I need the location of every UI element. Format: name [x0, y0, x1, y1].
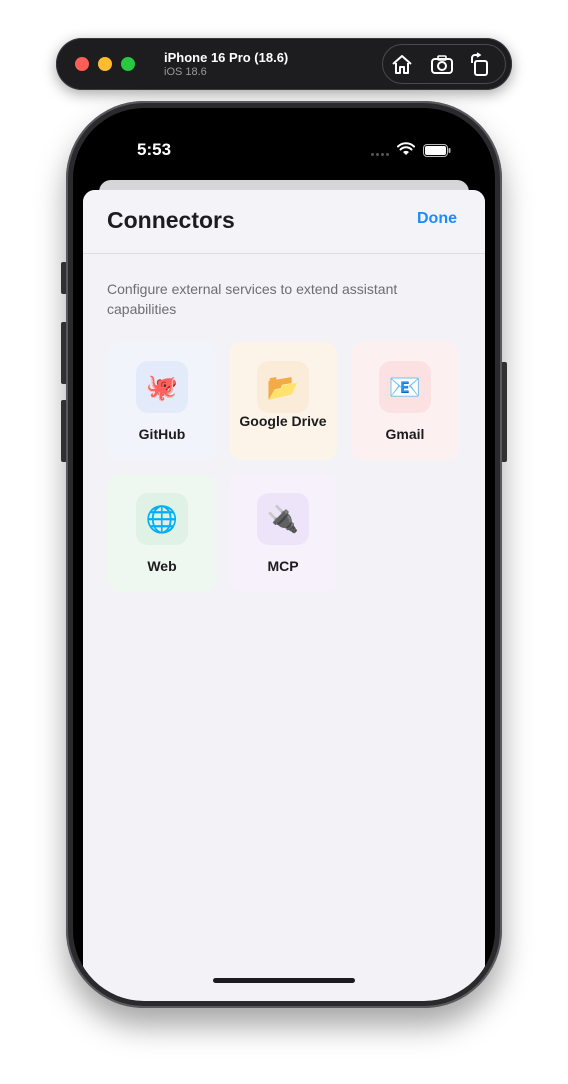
connector-google-drive[interactable]: 📂 Google Drive [229, 342, 337, 460]
connector-web[interactable]: 🌐 Web [108, 474, 216, 592]
connector-gmail[interactable]: 📧 Gmail [351, 342, 459, 460]
octopus-icon: 🐙 [136, 361, 188, 413]
zoom-window-button[interactable] [121, 57, 135, 71]
os-version: iOS 18.6 [164, 66, 207, 78]
email-icon: 📧 [379, 361, 431, 413]
screenshot-icon[interactable] [429, 52, 455, 78]
wifi-icon [397, 142, 415, 155]
close-window-button[interactable] [75, 57, 89, 71]
signal-icon [371, 153, 393, 157]
connector-mcp[interactable]: 🔌 MCP [229, 474, 337, 592]
home-icon[interactable] [389, 52, 415, 78]
minimize-window-button[interactable] [98, 57, 112, 71]
connector-label: MCP [267, 558, 299, 574]
folder-icon: 📂 [257, 361, 309, 413]
done-button[interactable]: Done [417, 210, 457, 228]
globe-icon: 🌐 [136, 493, 188, 545]
phone-screen: 5:53 Connectors Done Configure external … [73, 108, 495, 1001]
rotate-icon[interactable] [467, 52, 493, 78]
connector-label: GitHub [138, 426, 186, 442]
simulator-actions [382, 44, 506, 84]
page-title: Connectors [107, 207, 235, 233]
connectors-sheet: Connectors Done Configure external servi… [83, 190, 485, 1001]
battery-icon [423, 144, 451, 157]
connector-label: Google Drive [239, 413, 327, 429]
home-indicator[interactable] [213, 978, 355, 983]
connector-github[interactable]: 🐙 GitHub [108, 342, 216, 460]
plug-icon: 🔌 [257, 493, 309, 545]
device-name: iPhone 16 Pro (18.6) [164, 50, 289, 65]
sheet-description: Configure external services to extend as… [107, 281, 398, 317]
connector-label: Gmail [385, 426, 425, 442]
sheet-header: Connectors Done [83, 190, 485, 254]
connector-label: Web [147, 558, 177, 574]
simulator-toolbar: iPhone 16 Pro (18.6) iOS 18.6 [56, 38, 512, 90]
status-time: 5:53 [137, 140, 172, 159]
